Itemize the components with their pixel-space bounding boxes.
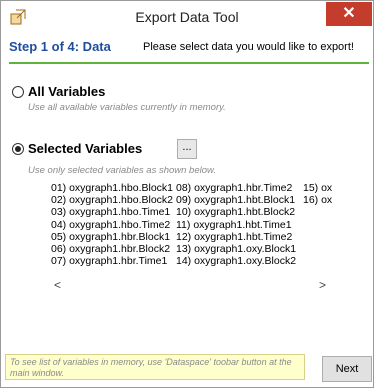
variables-column-3: 15) ox 16) ox xyxy=(303,182,332,206)
selected-variables-radio[interactable] xyxy=(12,143,24,155)
title-bar: Export Data Tool ✕ xyxy=(1,1,373,32)
step-hint: Please select data you would like to exp… xyxy=(143,41,354,53)
list-item[interactable]: 10) oxygraph1.hbt.Block2 xyxy=(176,206,296,218)
scroll-right-button[interactable]: > xyxy=(319,278,326,292)
window-title: Export Data Tool xyxy=(135,9,239,25)
variables-column-1: 01) oxygraph1.hbo.Block1 02) oxygraph1.h… xyxy=(51,182,173,267)
list-item[interactable]: 07) oxygraph1.hbr.Time1 xyxy=(51,255,173,267)
step-title: Step 1 of 4: Data xyxy=(9,39,111,54)
list-item[interactable]: 09) oxygraph1.hbt.Block1 xyxy=(176,194,296,206)
list-item[interactable]: 13) oxygraph1.oxy.Block1 xyxy=(176,243,296,255)
horizontal-scrollbar[interactable]: < > xyxy=(50,278,330,292)
all-variables-radio[interactable] xyxy=(12,86,24,98)
list-item[interactable]: 14) oxygraph1.oxy.Block2 xyxy=(176,255,296,267)
step-header: Step 1 of 4: Data Please select data you… xyxy=(9,36,369,58)
list-item[interactable]: 02) oxygraph1.hbo.Block2 xyxy=(51,194,173,206)
selected-variables-desc: Use only selected variables as shown bel… xyxy=(28,165,216,176)
info-note: To see list of variables in memory, use … xyxy=(5,354,305,380)
list-item[interactable]: 12) oxygraph1.hbt.Time2 xyxy=(176,231,296,243)
list-item[interactable]: 06) oxygraph1.hbr.Block2 xyxy=(51,243,173,255)
list-item[interactable]: 04) oxygraph1.hbo.Time2 xyxy=(51,219,173,231)
all-variables-label[interactable]: All Variables xyxy=(28,84,105,99)
list-item[interactable]: 11) oxygraph1.hbt.Time1 xyxy=(176,219,296,231)
list-item[interactable]: 15) ox xyxy=(303,182,332,194)
close-button[interactable]: ✕ xyxy=(326,2,372,26)
scroll-left-button[interactable]: < xyxy=(54,278,61,292)
header-divider xyxy=(9,62,369,64)
list-item[interactable]: 01) oxygraph1.hbo.Block1 xyxy=(51,182,173,194)
list-item[interactable]: 05) oxygraph1.hbr.Block1 xyxy=(51,231,173,243)
variables-column-2: 08) oxygraph1.hbr.Time2 09) oxygraph1.hb… xyxy=(176,182,296,267)
list-item[interactable]: 08) oxygraph1.hbr.Time2 xyxy=(176,182,296,194)
browse-variables-button[interactable]: ... xyxy=(177,139,197,159)
list-item[interactable]: 16) ox xyxy=(303,194,332,206)
list-item[interactable]: 03) oxygraph1.hbo.Time1 xyxy=(51,206,173,218)
export-data-window: Export Data Tool ✕ Step 1 of 4: Data Ple… xyxy=(0,0,374,388)
all-variables-desc: Use all available variables currently in… xyxy=(28,102,226,113)
selected-variables-label[interactable]: Selected Variables xyxy=(28,141,142,156)
next-button[interactable]: Next xyxy=(322,356,372,382)
